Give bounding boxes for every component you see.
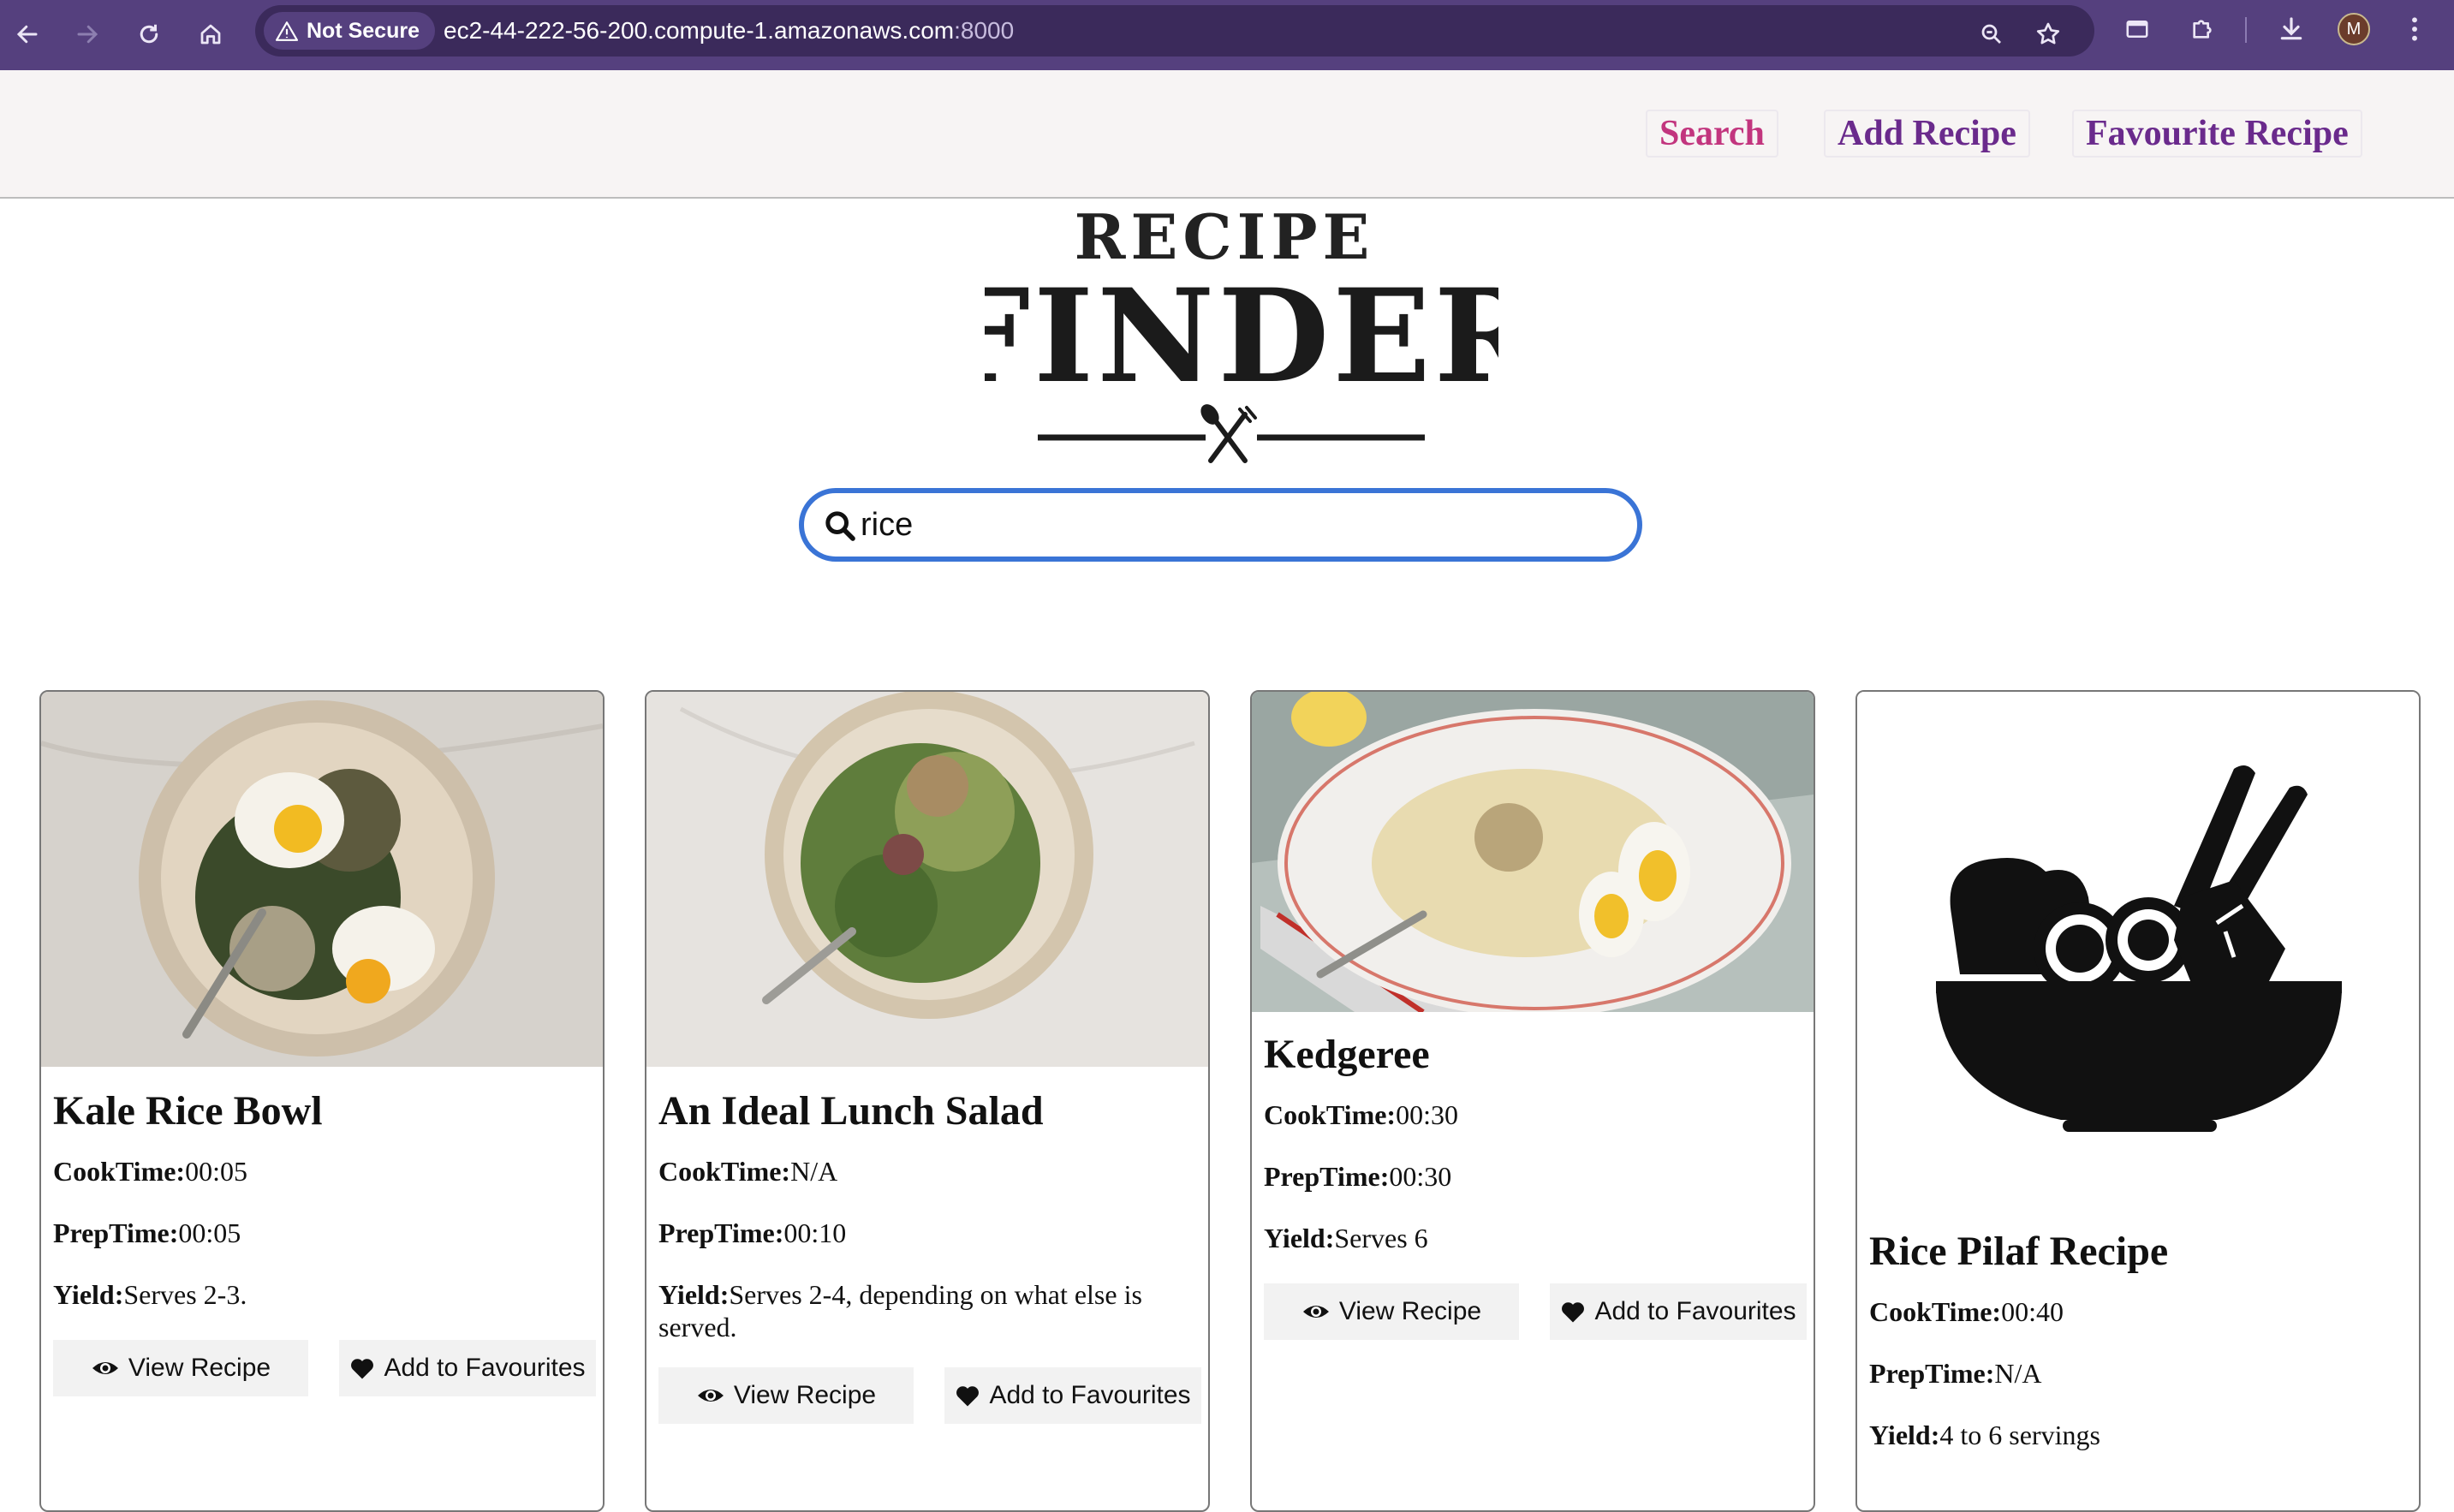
site-navbar: Search Add Recipe Favourite Recipe [0, 70, 2454, 199]
recipe-search-box[interactable] [799, 488, 1642, 562]
recipe-title: Rice Pilaf Recipe [1869, 1229, 2169, 1274]
cook-time: CookTime:00:40 [1869, 1296, 2064, 1327]
download-icon[interactable] [2274, 12, 2308, 46]
recipe-card: Kale Rice Bowl CookTime:00:05 PrepTime:0… [39, 690, 605, 1512]
view-recipe-button[interactable]: View Recipe [658, 1367, 914, 1424]
eye-icon [1302, 1306, 1329, 1318]
prep-time: PrepTime:00:05 [53, 1217, 241, 1248]
warning-icon [276, 21, 298, 41]
prep-time: PrepTime:00:30 [1264, 1161, 1452, 1192]
add-to-favourites-button[interactable]: Add to Favourites [944, 1367, 1201, 1424]
yield: Yield:Serves 2-4, depending on what else… [658, 1279, 1142, 1342]
url-text: ec2-44-222-56-200.compute-1.amazonaws.co… [444, 17, 1015, 44]
prep-time: PrepTime:N/A [1869, 1358, 2042, 1389]
search-icon [825, 511, 855, 541]
eye-icon [697, 1390, 724, 1402]
recipe-photo [41, 692, 603, 1067]
nav-add-recipe-link[interactable]: Add Recipe [1824, 110, 2030, 158]
extensions-icon[interactable] [2185, 12, 2219, 46]
svg-text:FINDER: FINDER [985, 261, 1498, 412]
recipe-card: Rice Pilaf Recipe CookTime:00:40 PrepTim… [1855, 690, 2421, 1512]
yield: Yield:Serves 2-3. [53, 1279, 247, 1310]
recipe-title: An Ideal Lunch Salad [658, 1088, 1044, 1134]
eye-icon [92, 1362, 118, 1374]
reload-icon[interactable] [128, 14, 170, 55]
yield: Yield:4 to 6 servings [1869, 1420, 2100, 1450]
home-icon[interactable] [190, 14, 231, 55]
yield: Yield:Serves 6 [1264, 1223, 1428, 1253]
tab-search-icon[interactable] [2120, 12, 2154, 46]
recipe-card: An Ideal Lunch Salad CookTime:N/A PrepTi… [645, 690, 1210, 1512]
toolbar-divider [2245, 17, 2247, 43]
address-bar[interactable]: Not Secure ec2-44-222-56-200.compute-1.a… [255, 5, 2094, 57]
back-arrow-icon[interactable] [7, 14, 48, 55]
cook-time: CookTime:00:30 [1264, 1099, 1458, 1130]
recipe-photo [1252, 692, 1814, 1012]
prep-time: PrepTime:00:10 [658, 1217, 847, 1248]
heart-icon [956, 1386, 980, 1407]
menu-kebab-icon[interactable] [2397, 12, 2432, 46]
recipe-title: Kale Rice Bowl [53, 1088, 323, 1134]
site-info-chip[interactable]: Not Secure [264, 12, 435, 50]
recipe-title: Kedgeree [1264, 1032, 1430, 1077]
zoom-icon[interactable] [1975, 17, 2009, 51]
search-input[interactable] [861, 493, 1614, 557]
heart-icon [351, 1359, 374, 1379]
add-to-favourites-button[interactable]: Add to Favourites [339, 1340, 596, 1396]
profile-avatar[interactable]: M [2338, 13, 2370, 45]
view-recipe-button[interactable]: View Recipe [53, 1340, 308, 1396]
security-label: Not Secure [307, 18, 420, 43]
rice-bowl-placeholder-icon [1857, 692, 2419, 1205]
cook-time: CookTime:00:05 [53, 1156, 247, 1187]
forward-arrow-icon[interactable] [67, 14, 108, 55]
add-to-favourites-button[interactable]: Add to Favourites [1550, 1283, 1807, 1340]
nav-search-link[interactable]: Search [1646, 110, 1778, 158]
heart-icon [1562, 1302, 1585, 1323]
nav-favourite-recipe-link[interactable]: Favourite Recipe [2072, 110, 2362, 158]
cook-time: CookTime:N/A [658, 1156, 838, 1187]
recipe-photo [646, 692, 1208, 1067]
bookmark-star-icon[interactable] [2031, 17, 2065, 51]
view-recipe-button[interactable]: View Recipe [1264, 1283, 1519, 1340]
recipe-card: Kedgeree CookTime:00:30 PrepTime:00:30 Y… [1250, 690, 1815, 1512]
fork-knife-icon [1200, 404, 1257, 463]
recipe-finder-logo: RECIPE FINDER [939, 200, 1540, 479]
browser-toolbar: Not Secure ec2-44-222-56-200.compute-1.a… [0, 0, 2454, 70]
